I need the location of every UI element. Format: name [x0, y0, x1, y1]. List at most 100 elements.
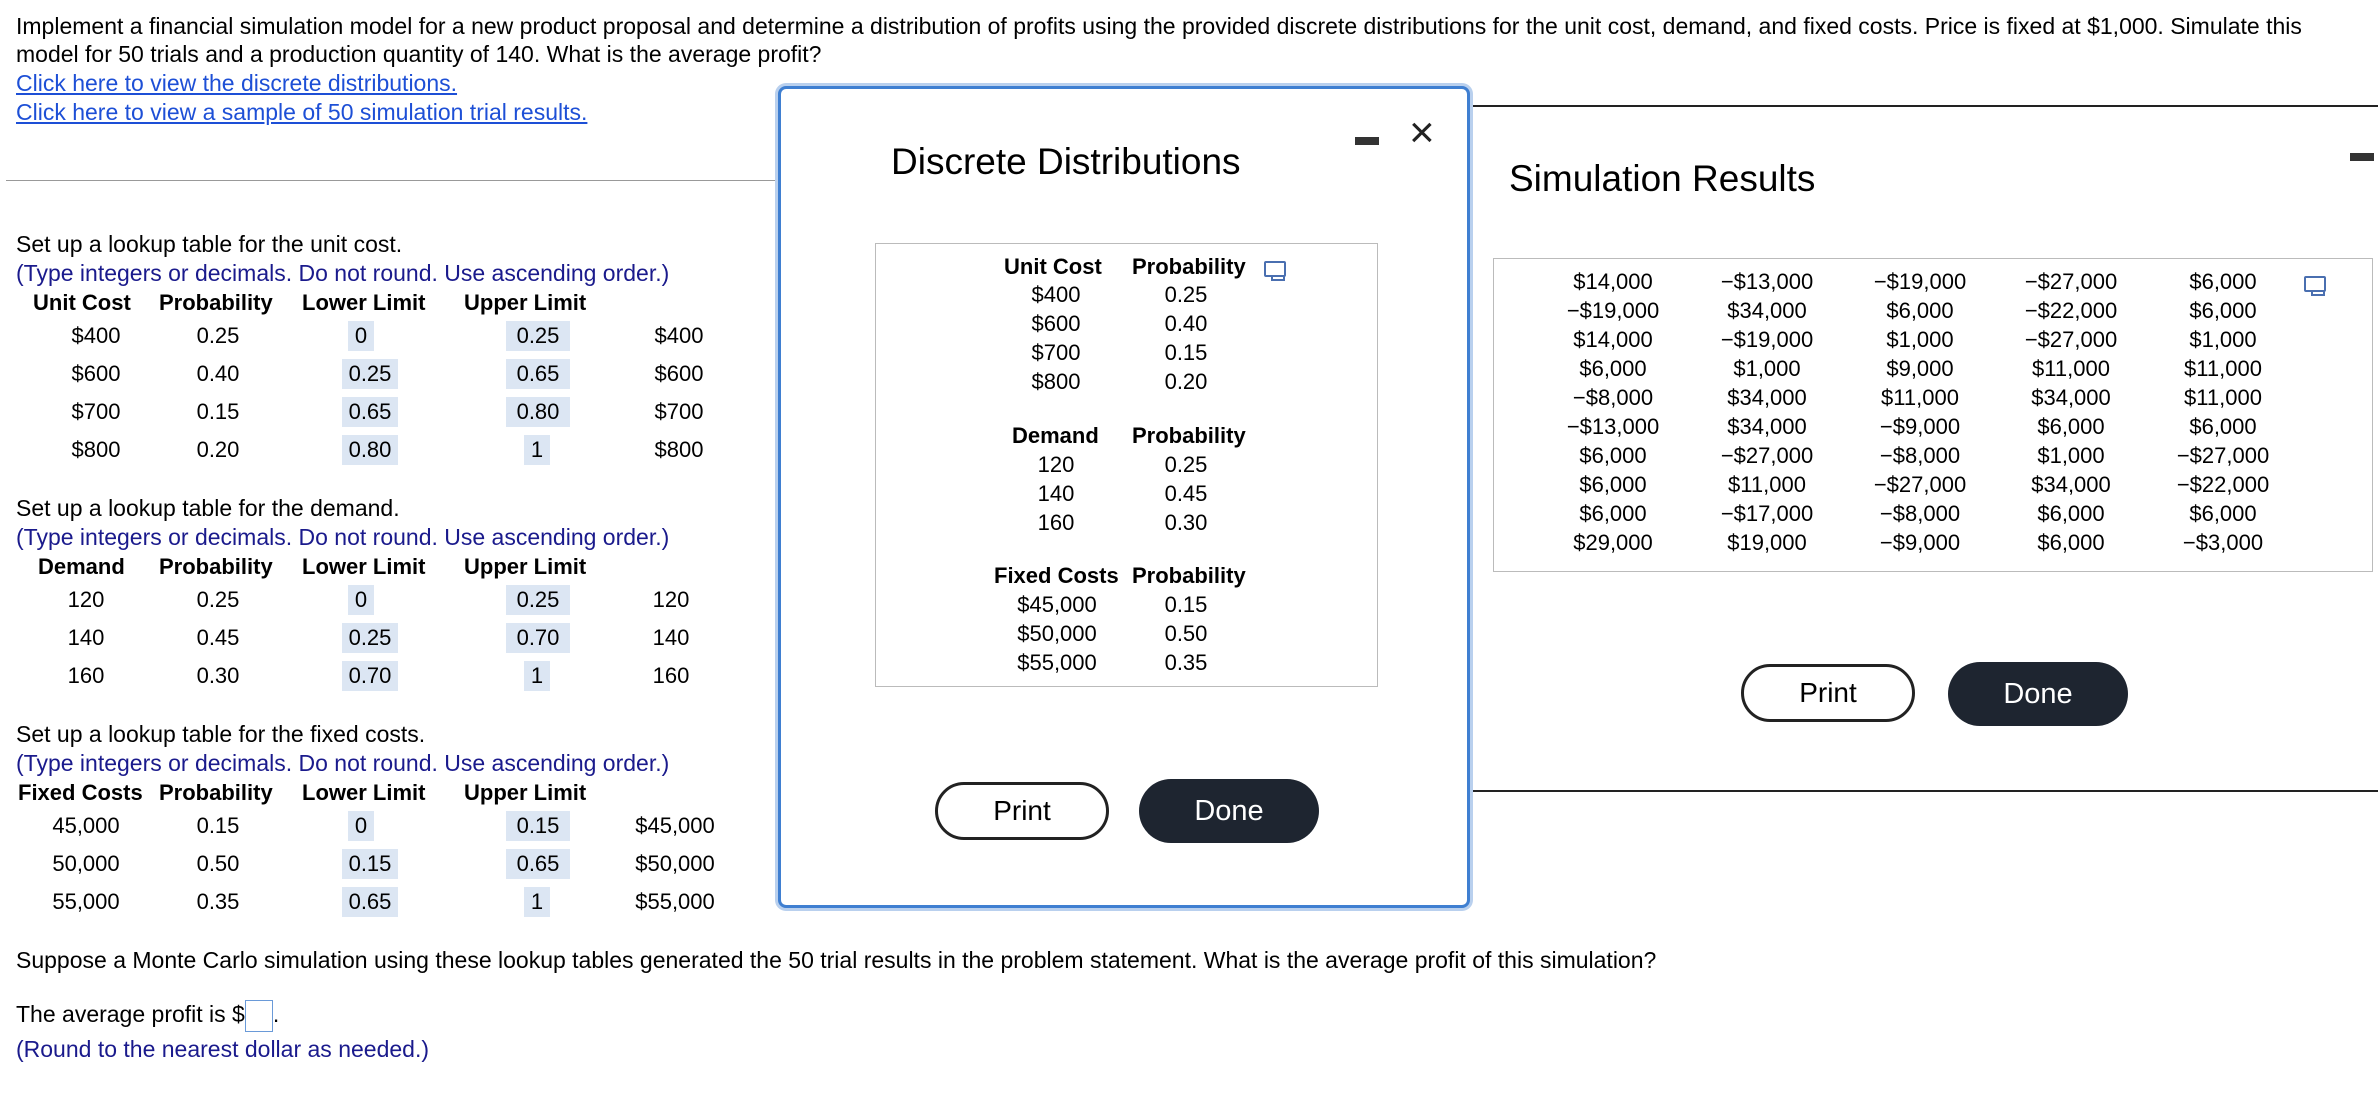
result-cell: 160 — [652, 663, 690, 688]
dialog-top-border — [1470, 105, 2378, 107]
simulation-result-cell: $6,000 — [1579, 472, 1647, 497]
probability-value: 0.15 — [1164, 592, 1208, 617]
unit-cost-value: $600 — [1031, 311, 1081, 336]
result-cell: $800 — [654, 437, 704, 462]
copy-icon[interactable] — [1264, 261, 1286, 281]
simulation-result-cell: $11,000 — [1881, 385, 1959, 410]
lower-limit-input[interactable]: 0.65 — [342, 397, 398, 427]
view-distributions-link[interactable]: Click here to view the discrete distribu… — [16, 69, 457, 98]
upper-limit-input[interactable]: 1 — [524, 661, 550, 691]
average-profit-input[interactable] — [244, 1000, 273, 1032]
probability-value: 0.45 — [1164, 481, 1208, 506]
col-header: Demand — [38, 554, 125, 579]
lower-limit-input[interactable]: 0.25 — [342, 623, 398, 653]
prob-cell: 0.30 — [196, 663, 240, 688]
table-row: $700 0.15 0.65 0.80 $700 — [16, 394, 736, 430]
lower-limit-input[interactable]: 0 — [348, 585, 374, 615]
minimize-icon[interactable] — [1355, 137, 1379, 145]
result-cell: 120 — [652, 587, 690, 612]
value-cell: $800 — [71, 437, 121, 462]
simulation-result-cell: −$27,000 — [1720, 443, 1814, 468]
demand-value: 140 — [1037, 481, 1075, 506]
simulation-result-cell: $34,000 — [2031, 385, 2111, 410]
col-header: Probability — [159, 554, 273, 579]
upper-limit-input[interactable]: 1 — [524, 887, 550, 917]
fixed-costs-intro: Set up a lookup table for the fixed cost… — [16, 721, 426, 747]
simulation-result-cell: $6,000 — [1579, 501, 1647, 526]
done-button[interactable]: Done — [1948, 662, 2128, 726]
col-header: Upper Limit — [464, 290, 587, 315]
upper-limit-input[interactable]: 0.65 — [506, 849, 570, 879]
table-row: 160 0.30 0.70 1 160 — [16, 658, 736, 694]
simulation-result-cell: $34,000 — [2031, 472, 2111, 497]
prob-cell: 0.15 — [196, 399, 240, 424]
upper-limit-input[interactable]: 0.15 — [506, 811, 570, 841]
simulation-results-table: $14,000 −$19,000 $14,000 $6,000 −$8,000 −$13,… — [1493, 258, 2373, 572]
lower-limit-input[interactable]: 0.15 — [342, 849, 398, 879]
simulation-result-cell: −$8,000 — [1879, 501, 1961, 526]
value-cell: 50,000 — [52, 851, 120, 876]
simulation-result-cell: $11,000 — [1728, 472, 1806, 497]
close-icon[interactable]: × — [1409, 111, 1435, 155]
view-simulation-results-link[interactable]: Click here to view a sample of 50 simula… — [16, 98, 587, 127]
upper-limit-input[interactable]: 1 — [524, 435, 550, 465]
upper-limit-input[interactable]: 0.70 — [506, 623, 570, 653]
simulation-result-cell: −$19,000 — [1873, 269, 1967, 294]
upper-limit-input[interactable]: 0.80 — [506, 397, 570, 427]
simulation-result-cell: $6,000 — [2037, 530, 2105, 555]
simulation-result-cell: $1,000 — [2037, 443, 2105, 468]
copy-icon[interactable] — [2304, 276, 2326, 296]
simulation-result-cell: $1,000 — [1886, 327, 1954, 352]
unit-cost-intro: Set up a lookup table for the unit cost. — [16, 231, 403, 257]
simulation-result-cell: $6,000 — [1579, 443, 1647, 468]
simulation-result-cell: −$19,000 — [1720, 327, 1814, 352]
answer-line: The average profit is $. — [16, 1000, 279, 1032]
print-button[interactable]: Print — [1741, 664, 1915, 722]
simulation-result-cell: $19,000 — [1727, 530, 1807, 555]
simulation-result-cell: −$8,000 — [1879, 443, 1961, 468]
done-button[interactable]: Done — [1139, 779, 1319, 843]
result-cell: $55,000 — [635, 889, 715, 914]
probability-value: 0.25 — [1164, 452, 1208, 477]
lower-limit-input[interactable]: 0.70 — [342, 661, 398, 691]
lower-limit-input[interactable]: 0 — [348, 811, 374, 841]
simulation-result-cell: $1,000 — [2189, 327, 2257, 352]
dialog-title: Simulation Results — [1509, 158, 1816, 199]
col-header: Upper Limit — [464, 554, 587, 579]
lower-limit-input[interactable]: 0.80 — [342, 435, 398, 465]
answer-prefix: The average profit is $ — [16, 1001, 245, 1028]
simulation-result-cell: $29,000 — [1573, 530, 1653, 555]
value-cell: 140 — [67, 625, 105, 650]
simulation-result-cell: $6,000 — [2189, 414, 2257, 439]
result-cell: $50,000 — [635, 851, 715, 876]
lower-limit-input[interactable]: 0.65 — [342, 887, 398, 917]
fixed-cost-value: $55,000 — [1017, 650, 1097, 675]
fixed-costs-header: Fixed Costs — [994, 563, 1119, 588]
lower-limit-input[interactable]: 0 — [348, 321, 374, 351]
upper-limit-input[interactable]: 0.65 — [506, 359, 570, 389]
upper-limit-input[interactable]: 0.25 — [506, 321, 570, 351]
answer-suffix: . — [272, 1001, 280, 1028]
probability-value: 0.25 — [1164, 282, 1208, 307]
demand-value: 160 — [1037, 510, 1075, 535]
prob-cell: 0.35 — [196, 889, 240, 914]
print-button[interactable]: Print — [935, 782, 1109, 840]
minimize-icon[interactable] — [2350, 153, 2374, 161]
fixed-cost-value: $45,000 — [1017, 592, 1097, 617]
simulation-result-cell: $11,000 — [2184, 385, 2262, 410]
prob-cell: 0.45 — [196, 625, 240, 650]
col-header: Fixed Costs — [18, 780, 143, 805]
upper-limit-input[interactable]: 0.25 — [506, 585, 570, 615]
simulation-result-cell: $11,000 — [2032, 356, 2110, 381]
probability-value: 0.20 — [1164, 369, 1208, 394]
result-cell: $45,000 — [635, 813, 715, 838]
unit-cost-value: $800 — [1031, 369, 1081, 394]
simulation-result-cell: $6,000 — [2037, 414, 2105, 439]
probability-value: 0.30 — [1164, 510, 1208, 535]
lower-limit-input[interactable]: 0.25 — [342, 359, 398, 389]
prob-cell: 0.20 — [196, 437, 240, 462]
problem-text-line2: model for 50 trials and a production qua… — [16, 41, 822, 67]
value-cell: 160 — [67, 663, 105, 688]
fixed-cost-value: $50,000 — [1017, 621, 1097, 646]
result-cell: $700 — [654, 399, 704, 424]
